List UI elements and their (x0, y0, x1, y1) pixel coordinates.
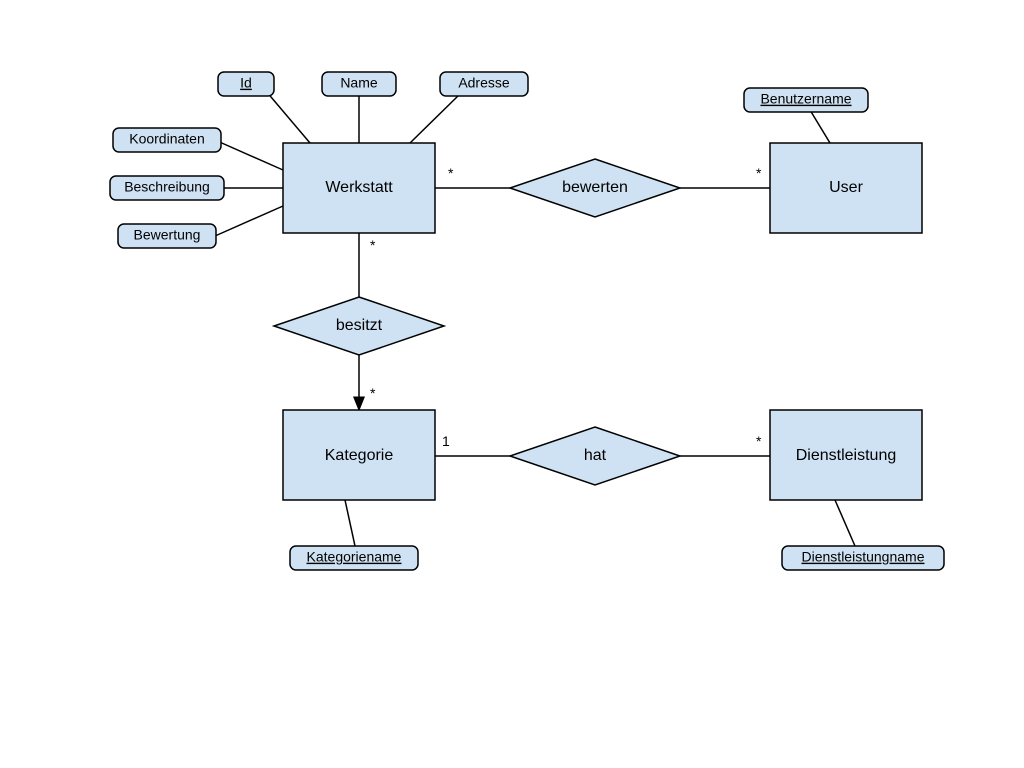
entity-werkstatt: Werkstatt (283, 143, 435, 233)
card-werkstatt-bewerten: * (448, 165, 454, 181)
attr-id-label: Id (240, 75, 252, 91)
attr-beschreibung: Beschreibung (110, 176, 224, 200)
attr-benutzername-label: Benutzername (760, 91, 851, 107)
edge-koordinaten-werkstatt (215, 140, 283, 170)
edge-bewertung-werkstatt (215, 206, 283, 236)
attr-beschreibung-label: Beschreibung (124, 179, 210, 195)
edge-dienstleistungname-dienstleistung (835, 500, 855, 546)
card-werkstatt-besitzt: * (370, 237, 376, 253)
entity-user-label: User (829, 179, 863, 196)
rel-besitzt: besitzt (274, 297, 444, 355)
attr-kategoriename: Kategoriename (290, 546, 418, 570)
attr-adresse: Adresse (440, 72, 528, 96)
edge-benutzername-user (810, 110, 830, 143)
card-dienstleistung-hat: * (756, 433, 762, 449)
attr-koordinaten-label: Koordinaten (129, 131, 205, 147)
attr-koordinaten: Koordinaten (113, 128, 221, 152)
attr-adresse-label: Adresse (458, 75, 510, 91)
attr-id: Id (218, 72, 274, 96)
entity-dienstleistung-label: Dienstleistung (796, 447, 897, 464)
attr-bewertung: Bewertung (118, 224, 216, 248)
er-diagram: Werkstatt User Kategorie Dienstleistung … (0, 0, 1024, 768)
card-kategorie-hat: 1 (442, 433, 450, 449)
edge-kategoriename-kategorie (345, 500, 355, 546)
entity-user: User (770, 143, 922, 233)
attr-dienstleistungname-label: Dienstleistungname (802, 549, 925, 565)
attr-dienstleistungname: Dienstleistungname (782, 546, 944, 570)
rel-bewerten: bewerten (510, 159, 680, 217)
attr-bewertung-label: Bewertung (134, 227, 201, 243)
card-user-bewerten: * (756, 165, 762, 181)
rel-hat: hat (510, 427, 680, 485)
edge-adresse-werkstatt (410, 94, 460, 143)
rel-hat-label: hat (584, 447, 607, 464)
entity-werkstatt-label: Werkstatt (325, 179, 393, 196)
entity-dienstleistung: Dienstleistung (770, 410, 922, 500)
rel-bewerten-label: bewerten (562, 179, 628, 196)
rel-besitzt-label: besitzt (336, 317, 383, 334)
attr-kategoriename-label: Kategoriename (307, 549, 402, 565)
attr-name: Name (322, 72, 396, 96)
attr-name-label: Name (340, 75, 378, 91)
entity-kategorie: Kategorie (283, 410, 435, 500)
attr-benutzername: Benutzername (744, 88, 868, 112)
entity-kategorie-label: Kategorie (325, 447, 394, 464)
card-kategorie-besitzt: * (370, 385, 376, 401)
